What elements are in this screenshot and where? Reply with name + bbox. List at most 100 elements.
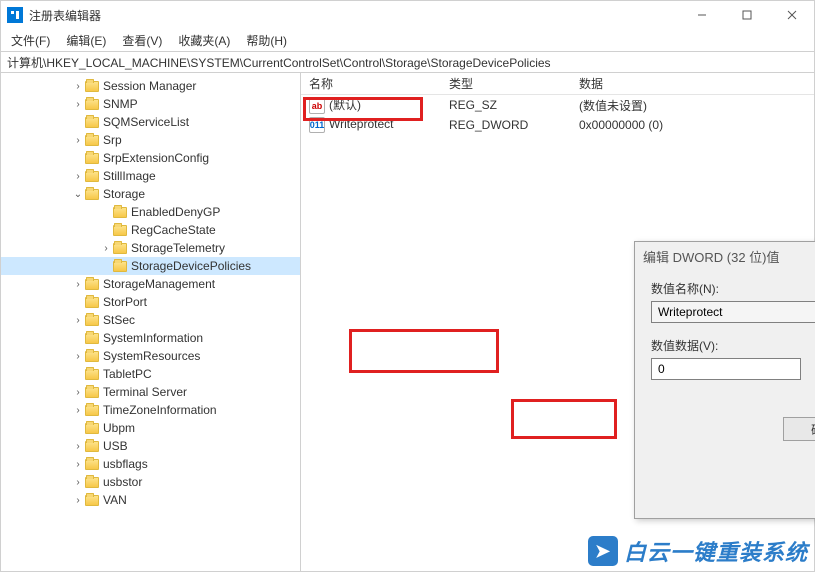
tree-item[interactable]: › Session Manager xyxy=(1,77,300,95)
cell-name: 011Writeprotect xyxy=(301,117,441,133)
tree-item[interactable]: RegCacheState xyxy=(1,221,300,239)
tree-item-label: EnabledDenyGP xyxy=(131,205,220,219)
tree-item[interactable]: StorPort xyxy=(1,293,300,311)
tree-item[interactable]: › SystemResources xyxy=(1,347,300,365)
tree-pane[interactable]: › Session Manager › SNMP SQMServiceList › Srp S… xyxy=(1,73,301,571)
tree-item[interactable]: › VAN xyxy=(1,491,300,509)
tree-item[interactable]: TabletPC xyxy=(1,365,300,383)
tree-item-label: StillImage xyxy=(103,169,156,183)
tree-item[interactable]: ›StSec xyxy=(1,311,300,329)
col-name[interactable]: 名称 xyxy=(301,75,441,92)
menu-favorites[interactable]: 收藏夹(A) xyxy=(172,30,236,51)
list-pane[interactable]: 名称 类型 数据 ab(默认)REG_SZ(数值未设置)011Writeprot… xyxy=(301,73,814,571)
data-field[interactable] xyxy=(651,358,801,380)
expand-icon[interactable]: › xyxy=(71,135,85,146)
window-title: 注册表编辑器 xyxy=(29,7,679,24)
tree-item-label: SystemResources xyxy=(103,349,200,363)
folder-icon xyxy=(85,99,99,110)
folder-icon xyxy=(85,477,99,488)
menu-file[interactable]: 文件(F) xyxy=(5,30,56,51)
name-label: 数值名称(N): xyxy=(651,280,815,297)
tree-item[interactable]: ›StorageManagement xyxy=(1,275,300,293)
menu-bar: 文件(F) 编辑(E) 查看(V) 收藏夹(A) 帮助(H) xyxy=(1,29,814,51)
folder-icon xyxy=(85,405,99,416)
folder-icon xyxy=(85,135,99,146)
tree-item[interactable]: StorageDevicePolicies xyxy=(1,257,300,275)
expand-icon[interactable]: ⌄ xyxy=(71,189,85,200)
tree-item[interactable]: › TimeZoneInformation xyxy=(1,401,300,419)
ok-button[interactable]: 确定 xyxy=(783,417,815,441)
tree-item-label: SNMP xyxy=(103,97,138,111)
tree-item[interactable]: › USB xyxy=(1,437,300,455)
tree-item[interactable]: ⌄Storage xyxy=(1,185,300,203)
folder-icon xyxy=(85,351,99,362)
address-bar[interactable]: 计算机\HKEY_LOCAL_MACHINE\SYSTEM\CurrentCon… xyxy=(1,51,814,73)
folder-icon xyxy=(85,369,99,380)
tree-item-label: StorageDevicePolicies xyxy=(131,259,251,273)
string-value-icon: ab xyxy=(309,98,325,114)
folder-icon xyxy=(85,153,99,164)
close-button[interactable] xyxy=(769,1,814,29)
cell-name: ab(默认) xyxy=(301,96,441,114)
expand-icon[interactable]: › xyxy=(71,387,85,398)
tree-item-label: VAN xyxy=(103,493,127,507)
expand-icon[interactable]: › xyxy=(71,459,85,470)
tree-item[interactable]: › Srp xyxy=(1,131,300,149)
folder-icon xyxy=(85,333,99,344)
tree-item[interactable]: ›usbstor xyxy=(1,473,300,491)
list-header: 名称 类型 数据 xyxy=(301,73,814,95)
data-label: 数值数据(V): xyxy=(651,337,801,354)
folder-icon xyxy=(85,117,99,128)
list-row[interactable]: 011WriteprotectREG_DWORD0x00000000 (0) xyxy=(301,115,814,135)
dword-value-icon: 011 xyxy=(309,117,325,133)
tree-item[interactable]: SrpExtensionConfig xyxy=(1,149,300,167)
maximize-button[interactable] xyxy=(724,1,769,29)
watermark: ➤ 白云一键重装系统 xyxy=(588,535,808,567)
tree-item[interactable]: EnabledDenyGP xyxy=(1,203,300,221)
col-type[interactable]: 类型 xyxy=(441,75,571,92)
expand-icon[interactable]: › xyxy=(71,405,85,416)
tree-item[interactable]: › StillImage xyxy=(1,167,300,185)
annotation-box xyxy=(511,399,617,439)
tree-item[interactable]: SystemInformation xyxy=(1,329,300,347)
expand-icon[interactable]: › xyxy=(71,81,85,92)
tree-item[interactable]: SQMServiceList xyxy=(1,113,300,131)
list-rows: ab(默认)REG_SZ(数值未设置)011WriteprotectREG_DW… xyxy=(301,95,814,135)
menu-view[interactable]: 查看(V) xyxy=(116,30,168,51)
folder-icon xyxy=(113,243,127,254)
folder-icon xyxy=(85,189,99,200)
tree-item[interactable]: › SNMP xyxy=(1,95,300,113)
expand-icon[interactable]: › xyxy=(99,243,113,254)
folder-icon xyxy=(85,441,99,452)
expand-icon[interactable]: › xyxy=(71,441,85,452)
col-data[interactable]: 数据 xyxy=(571,75,814,92)
minimize-button[interactable] xyxy=(679,1,724,29)
tree-item-label: SystemInformation xyxy=(103,331,203,345)
expand-icon[interactable]: › xyxy=(71,171,85,182)
expand-icon[interactable]: › xyxy=(71,99,85,110)
tree-item[interactable]: › usbflags xyxy=(1,455,300,473)
tree-item-label: usbflags xyxy=(103,457,148,471)
window-controls xyxy=(679,1,814,29)
menu-edit[interactable]: 编辑(E) xyxy=(60,30,112,51)
menu-help[interactable]: 帮助(H) xyxy=(240,30,293,51)
folder-icon xyxy=(113,225,127,236)
expand-icon[interactable]: › xyxy=(71,279,85,290)
expand-icon[interactable]: › xyxy=(71,315,85,326)
tree-item-label: USB xyxy=(103,439,128,453)
folder-icon xyxy=(85,459,99,470)
tree-item[interactable]: ›Terminal Server xyxy=(1,383,300,401)
tree-item[interactable]: Ubpm xyxy=(1,419,300,437)
tree-item-label: TimeZoneInformation xyxy=(103,403,217,417)
expand-icon[interactable]: › xyxy=(71,495,85,506)
address-path: 计算机\HKEY_LOCAL_MACHINE\SYSTEM\CurrentCon… xyxy=(1,54,551,71)
expand-icon[interactable]: › xyxy=(71,477,85,488)
folder-icon xyxy=(85,279,99,290)
tree-item-label: Srp xyxy=(103,133,122,147)
main-panes: › Session Manager › SNMP SQMServiceList › Srp S… xyxy=(1,73,814,571)
tree-item-label: Session Manager xyxy=(103,79,196,93)
expand-icon[interactable]: › xyxy=(71,351,85,362)
list-row[interactable]: ab(默认)REG_SZ(数值未设置) xyxy=(301,95,814,115)
folder-icon xyxy=(85,495,99,506)
tree-item[interactable]: ›StorageTelemetry xyxy=(1,239,300,257)
